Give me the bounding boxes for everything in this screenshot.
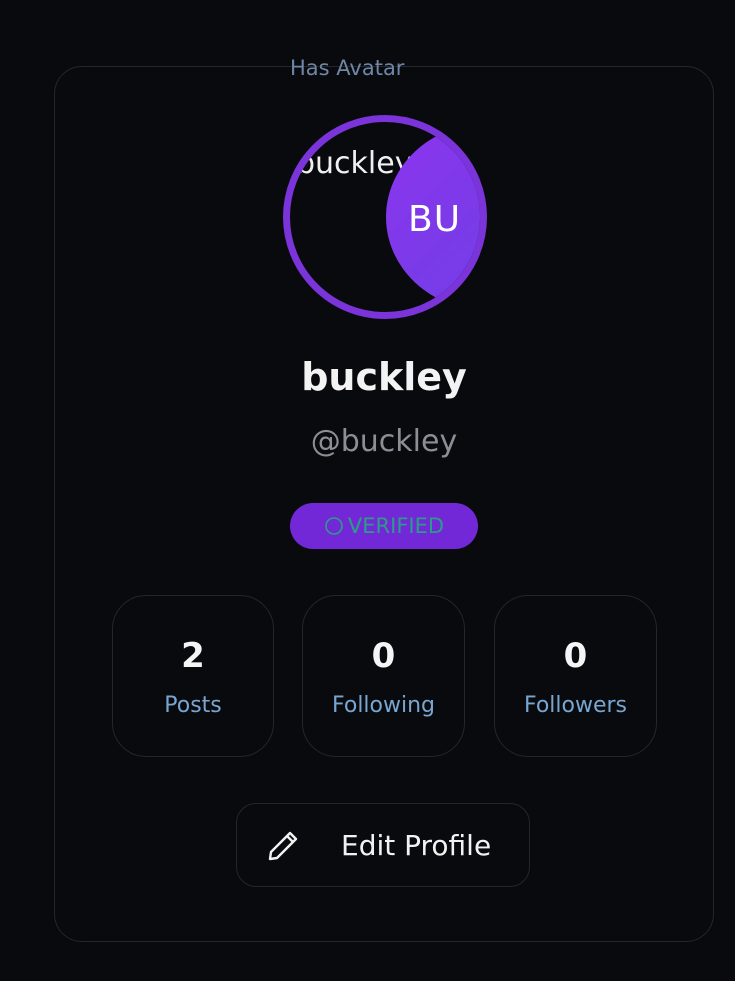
stat-followers-label: Followers <box>523 693 628 718</box>
edit-profile-button[interactable]: Edit Profile <box>236 803 530 887</box>
stat-posts-value: 2 <box>181 636 205 676</box>
edit-profile-label: Edit Profile <box>341 829 492 862</box>
stat-followers-value: 0 <box>563 636 588 676</box>
verified-badge: VERIFIED <box>290 503 478 549</box>
stat-following[interactable]: 0 Following <box>302 595 465 757</box>
pencil-icon <box>268 831 298 861</box>
stat-following-value: 0 <box>371 636 396 676</box>
profile-display-name: buckley <box>301 355 467 399</box>
check-circle-icon <box>325 517 343 535</box>
stat-followers[interactable]: 0 Followers <box>494 595 657 757</box>
avatar-initials: BU <box>408 199 462 240</box>
stat-posts-label: Posts <box>164 693 222 718</box>
verified-badge-label: VERIFIED <box>347 514 445 538</box>
stat-posts[interactable]: 2 Posts <box>112 595 274 757</box>
avatar[interactable]: buckley BU <box>283 115 487 319</box>
stat-following-label: Following <box>331 693 436 718</box>
profile-handle: @buckley <box>310 424 458 459</box>
avatar-caption: Has Avatar <box>290 56 405 80</box>
